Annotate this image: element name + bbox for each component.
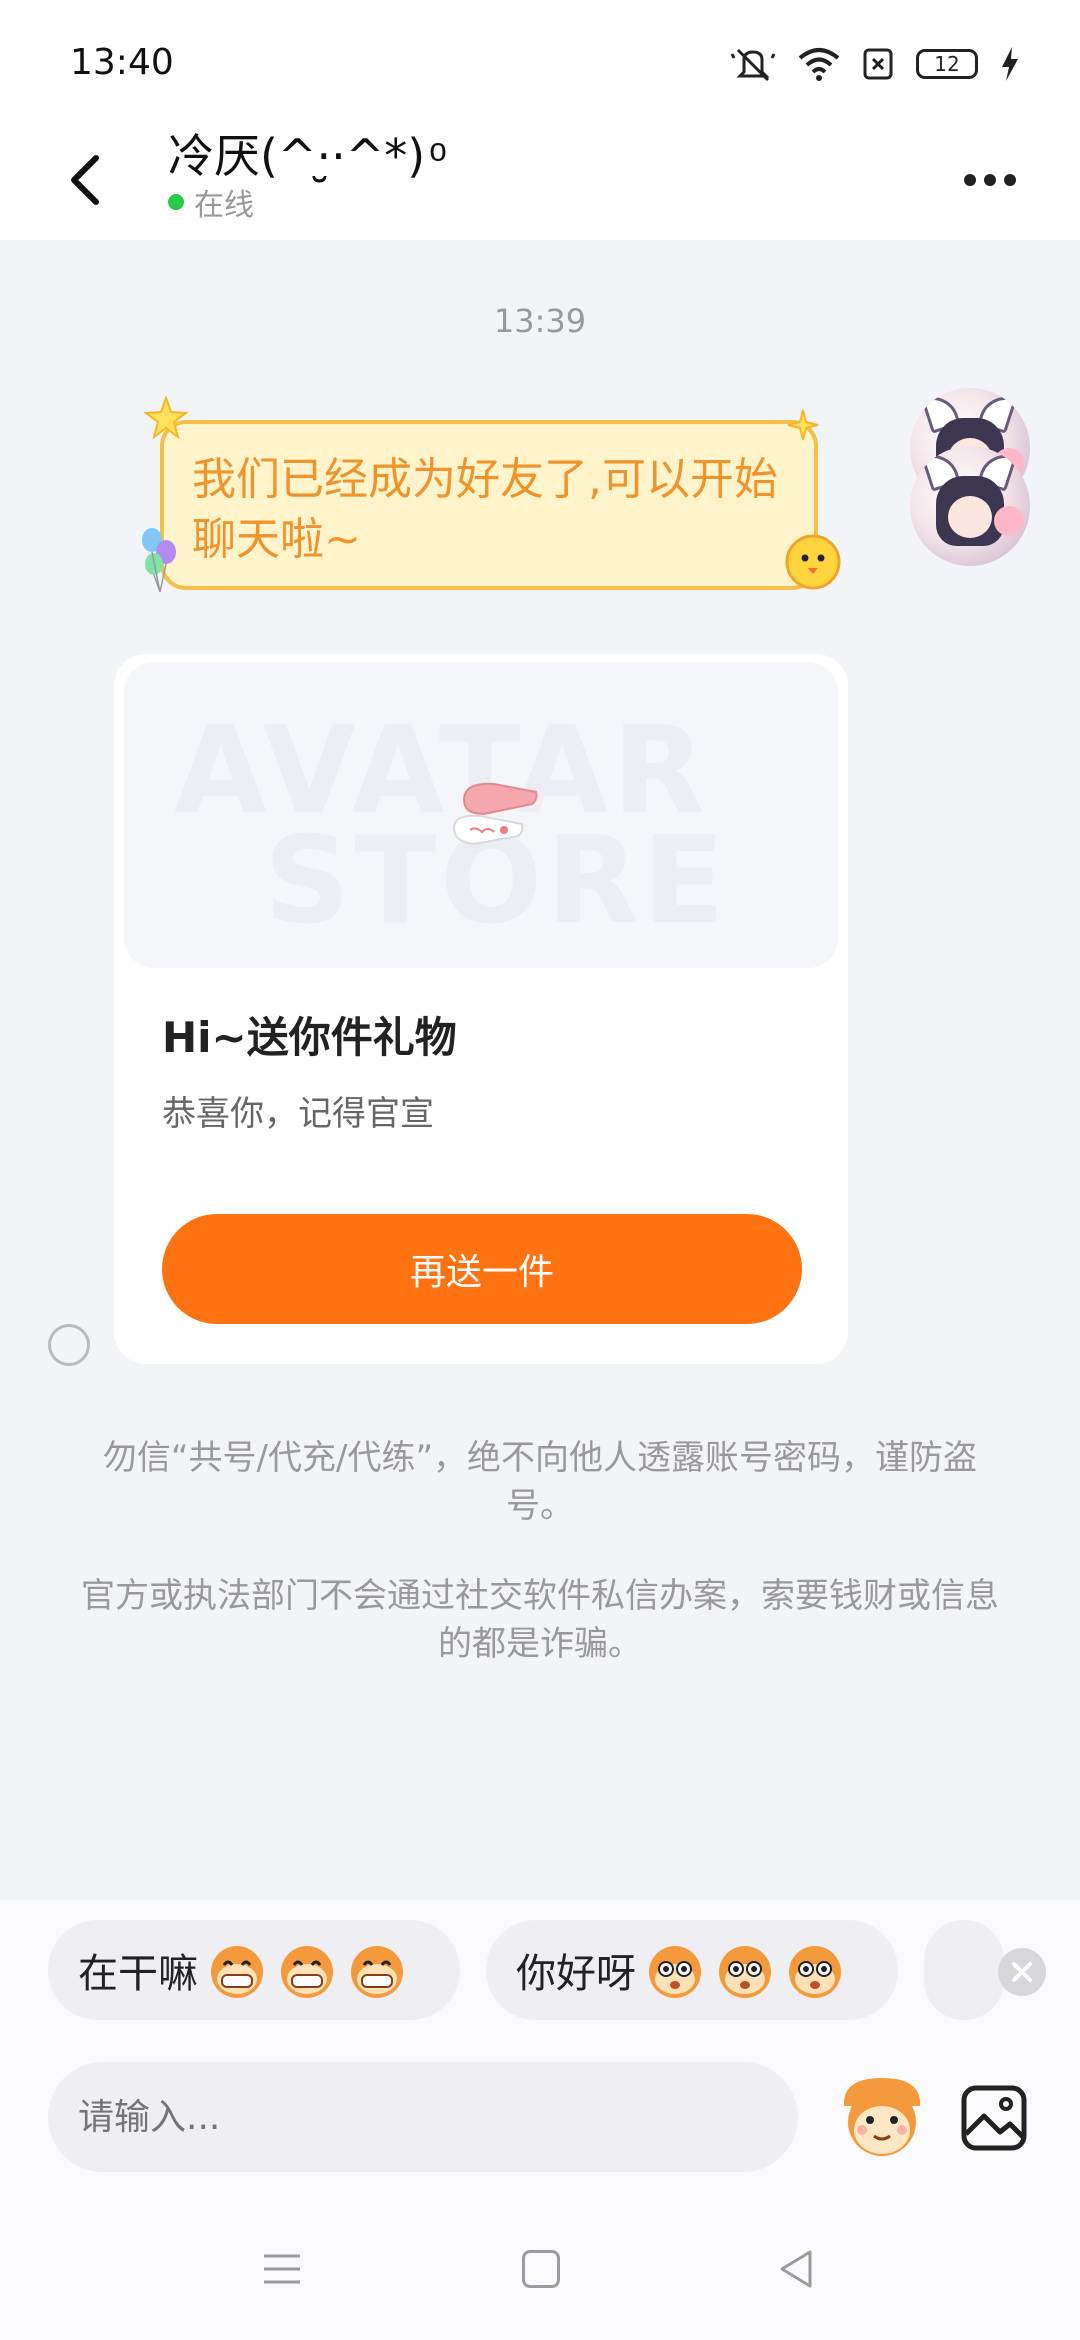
send-another-gift-button[interactable]: 再送一件 bbox=[162, 1214, 802, 1324]
close-quick-replies-button[interactable] bbox=[998, 1948, 1046, 1996]
system-message-bubble[interactable]: 我们已经成为好友了,可以开始聊天啦~ bbox=[160, 420, 818, 590]
status-time: 13:40 bbox=[70, 42, 174, 83]
more-dot-icon bbox=[1004, 174, 1016, 186]
quick-reply-label: 你好呀 bbox=[516, 1951, 636, 1997]
surprised-monkey-icon bbox=[649, 1946, 701, 1998]
online-status: 在线 bbox=[168, 180, 254, 224]
wifi-icon bbox=[798, 48, 840, 81]
close-icon bbox=[1012, 1962, 1032, 1982]
quick-reply-chip[interactable]: 你好呀 bbox=[486, 1920, 898, 2020]
back-arrow-icon bbox=[71, 155, 99, 205]
message-input[interactable] bbox=[48, 2062, 798, 2172]
message-select-checkbox[interactable] bbox=[48, 1324, 90, 1366]
chat-header: 冷厌(^·̮·^*) ͦ 在线 bbox=[0, 120, 1080, 240]
gift-card[interactable]: AVATAR STORE Hi~送你件礼物 恭喜你，记得官宣 再送一件 bbox=[114, 654, 848, 1364]
online-status-label: 在线 bbox=[194, 188, 254, 223]
message-timestamp: 13:39 bbox=[493, 302, 587, 340]
status-bar: 13:40 12 bbox=[0, 0, 1080, 120]
emoji-sticker-button[interactable] bbox=[832, 2066, 932, 2166]
input-bar bbox=[0, 2048, 1080, 2198]
recent-apps-button[interactable] bbox=[262, 2252, 302, 2286]
hairpin-gift-icon bbox=[452, 782, 538, 846]
contact-name[interactable]: 冷厌(^·̮·^*) ͦ bbox=[168, 120, 438, 186]
more-dot-icon bbox=[984, 174, 996, 186]
face-shape bbox=[948, 496, 992, 538]
paw-icon bbox=[994, 506, 1024, 536]
quick-reply-bar: 在干嘛 你好呀 bbox=[0, 1900, 1080, 2048]
more-dot-icon bbox=[964, 174, 976, 186]
gift-subtitle: 恭喜你，记得官宣 bbox=[162, 1094, 434, 1134]
balloon-decoration-icon bbox=[142, 528, 176, 593]
my-avatar[interactable] bbox=[910, 446, 1030, 566]
grin-monkey-icon bbox=[211, 1946, 263, 1998]
gift-image: AVATAR STORE bbox=[124, 662, 838, 968]
image-picker-button[interactable] bbox=[960, 2084, 1028, 2152]
quick-reply-chip[interactable]: 在干嘛 bbox=[48, 1920, 460, 2020]
sparkle-decoration-icon bbox=[787, 409, 819, 441]
charging-icon bbox=[1002, 47, 1018, 81]
star-decoration-icon bbox=[144, 396, 188, 440]
grin-monkey-icon bbox=[351, 1946, 403, 1998]
system-nav-bar bbox=[0, 2198, 1080, 2340]
back-button[interactable] bbox=[58, 140, 118, 220]
home-button[interactable] bbox=[522, 2250, 560, 2288]
quick-reply-chip-partial[interactable] bbox=[924, 1920, 1004, 2020]
back-nav-button[interactable] bbox=[776, 2248, 816, 2290]
gift-title: Hi~送你件礼物 bbox=[162, 1013, 457, 1062]
battery-icon: 12 bbox=[916, 49, 978, 79]
surprised-monkey-icon bbox=[719, 1946, 771, 1998]
status-icons: 12 bbox=[730, 44, 1020, 84]
more-options-button[interactable] bbox=[964, 160, 1024, 200]
chick-decoration-icon bbox=[785, 534, 841, 590]
grin-monkey-icon bbox=[281, 1946, 333, 1998]
quick-reply-label: 在干嘛 bbox=[78, 1951, 198, 1997]
online-dot-icon bbox=[168, 194, 184, 210]
fraud-notice: 官方或执法部门不会通过社交软件私信办案，索要钱财或信息的都是诈骗。 bbox=[81, 1576, 999, 1664]
no-sim-icon bbox=[863, 48, 893, 80]
mute-icon bbox=[730, 48, 776, 82]
surprised-monkey-icon bbox=[789, 1946, 841, 1998]
chat-area[interactable]: 13:39 我们已经成为好友了,可以开始聊天啦~ AVATAR STORE Hi… bbox=[0, 240, 1080, 1900]
security-notice: 勿信“共号/代充/代练”，绝不向他人透露账号密码，谨防盗号。 bbox=[102, 1438, 978, 1526]
